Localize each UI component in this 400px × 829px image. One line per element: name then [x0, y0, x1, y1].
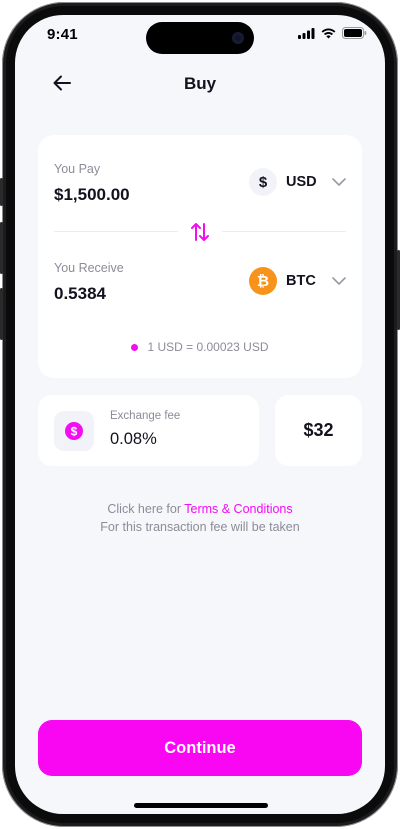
divider: [54, 231, 178, 232]
pay-amount[interactable]: $1,500.00: [54, 185, 130, 205]
exchange-rate: 1 USD = 0.00023 USD: [38, 340, 362, 354]
bitcoin-icon: ₿: [249, 267, 277, 295]
dollar-coin-symbol: $: [71, 425, 78, 439]
signal-icon: [298, 27, 315, 39]
dollar-coin-icon: $: [65, 422, 83, 440]
exchange-rate-text: 1 USD = 0.00023 USD: [147, 340, 269, 354]
side-button: [0, 178, 3, 206]
terms-prefix: Click here for: [107, 502, 185, 516]
fee-label: Exchange fee: [110, 410, 181, 422]
fee-card: $ Exchange fee 0.08%: [38, 395, 259, 466]
fee-icon-box: $: [54, 411, 94, 451]
wifi-icon: [321, 28, 336, 38]
bitcoin-symbol: ₿: [256, 272, 270, 290]
camera-icon: [232, 32, 244, 44]
home-indicator: [134, 803, 268, 808]
app-screen: 9:41 Buy You Pay $1,500.00 $ USD You Rec…: [15, 15, 385, 814]
status-icons: [298, 27, 367, 39]
status-time: 9:41: [47, 26, 78, 43]
fee-amount-card: $32: [275, 395, 362, 466]
receive-amount[interactable]: 0.5384: [54, 284, 106, 304]
dollar-icon: $: [249, 168, 277, 196]
continue-button[interactable]: Continue: [38, 720, 362, 776]
terms-note: Click here for Terms & Conditions For th…: [15, 500, 385, 536]
pay-currency-code: USD: [286, 174, 317, 190]
battery-icon: [342, 27, 367, 39]
side-button: [0, 222, 3, 274]
rate-dot: [131, 343, 139, 351]
terms-link[interactable]: Terms & Conditions: [184, 502, 292, 516]
dynamic-island: [146, 22, 254, 54]
chevron-down-icon: [332, 277, 346, 285]
swap-arrows-icon[interactable]: [189, 221, 211, 243]
exchange-card: You Pay $1,500.00 $ USD You Receive 0.53…: [38, 135, 362, 378]
status-bar: 9:41: [15, 15, 385, 55]
receive-currency-code: BTC: [286, 273, 316, 289]
receive-label: You Receive: [54, 261, 124, 275]
receive-currency-select[interactable]: ₿ BTC: [249, 267, 346, 295]
dollar-symbol: $: [258, 173, 268, 191]
pay-currency-select[interactable]: $ USD: [249, 168, 346, 196]
chevron-down-icon: [332, 178, 346, 186]
page-title: Buy: [183, 74, 217, 93]
divider: [222, 231, 346, 232]
side-button: [0, 288, 3, 340]
fee-value: 0.08%: [110, 430, 157, 448]
nav-bar: Buy: [15, 67, 385, 101]
terms-line-1: Click here for Terms & Conditions: [15, 500, 385, 518]
fee-amount: $32: [303, 420, 334, 440]
terms-line-2: For this transaction fee will be taken: [100, 520, 300, 534]
pay-label: You Pay: [54, 162, 101, 176]
